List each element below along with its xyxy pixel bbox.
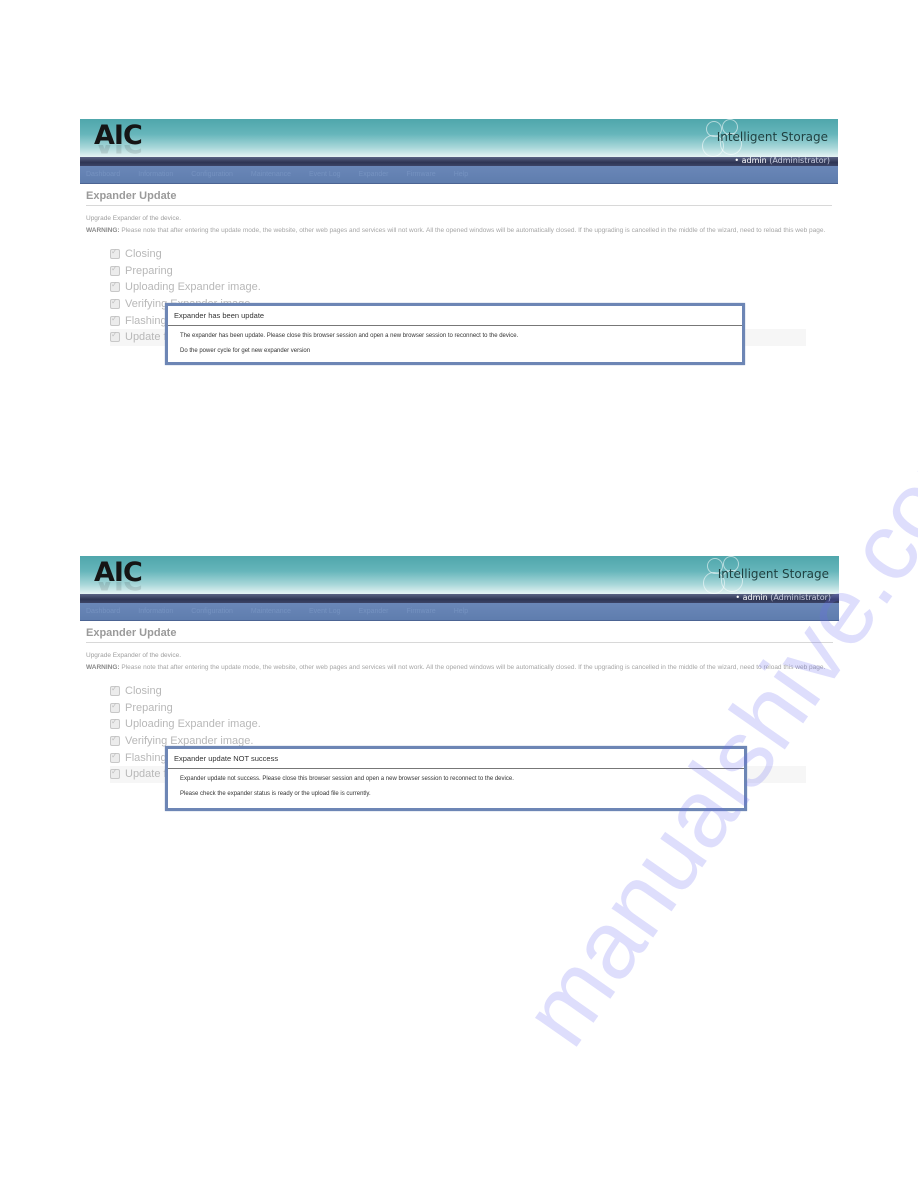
checkbox-checked-icon	[110, 684, 120, 697]
user-bar: • admin (Administrator)	[80, 156, 838, 166]
aic-logo-reflection: AIC	[94, 145, 142, 157]
user-bullet-icon: •	[734, 156, 740, 165]
nav-item[interactable]: Dashboard	[86, 171, 120, 178]
checkbox-checked-icon	[110, 751, 120, 763]
warning-label: WARNING:	[86, 664, 120, 671]
step-item: Preparing	[110, 263, 832, 280]
nav-item[interactable]: Information	[138, 171, 173, 178]
nav-item[interactable]: Expander	[359, 171, 389, 178]
step-item: Uploading Expander image.	[110, 279, 832, 296]
step-label: Closing	[125, 248, 162, 261]
checkbox-checked-icon	[110, 314, 120, 326]
nav-item[interactable]: Help	[454, 171, 468, 178]
checkbox-checked-icon	[110, 717, 120, 730]
user-bar: • admin (Administrator)	[80, 593, 839, 603]
page-subtitle: Upgrade Expander of the device.	[86, 215, 182, 222]
nav-item[interactable]: Event Log	[309, 608, 341, 615]
warning-body: Please note that after entering the upda…	[121, 664, 826, 671]
header-banner: AIC AIC Intelligent Storage	[80, 119, 838, 157]
step-item: Uploading Expander image.	[110, 716, 833, 733]
dialog-message: Do the power cycle for get new expander …	[180, 348, 311, 354]
warning-text: WARNING: Please note that after entering…	[86, 227, 831, 235]
dialog-message: Expander update not success. Please clos…	[180, 776, 514, 782]
user-info[interactable]: • admin (Administrator)	[734, 156, 830, 165]
nav-item[interactable]: Firmware	[407, 171, 436, 178]
main-nav: Dashboard Information Configuration Main…	[80, 603, 839, 621]
brand-name: Intelligent Storage	[716, 130, 828, 144]
page-title: Expander Update	[86, 627, 833, 643]
step-item: Preparing	[110, 700, 833, 717]
dialog-title: Expander has been update	[168, 306, 742, 326]
nav-item[interactable]: Configuration	[191, 171, 233, 178]
checkbox-checked-icon	[110, 247, 120, 260]
step-label: Uploading Expander image.	[125, 281, 261, 294]
nav-item[interactable]: Configuration	[191, 608, 233, 615]
checkbox-checked-icon	[110, 734, 120, 747]
nav-item[interactable]: Firmware	[407, 608, 436, 615]
user-bullet-icon: •	[735, 593, 741, 602]
user-role: (Administrator)	[770, 593, 831, 602]
nav-item[interactable]: Maintenance	[251, 171, 291, 178]
header-banner: AIC AIC Intelligent Storage	[80, 556, 839, 594]
checkbox-checked-icon	[110, 701, 120, 713]
page-subtitle: Upgrade Expander of the device.	[86, 652, 182, 659]
warning-label: WARNING:	[86, 227, 120, 234]
brand-name: Intelligent Storage	[717, 567, 829, 581]
checkbox-checked-icon	[110, 264, 120, 276]
nav-item[interactable]: Help	[454, 608, 468, 615]
user-name[interactable]: admin	[743, 593, 768, 602]
user-role: (Administrator)	[769, 156, 830, 165]
nav-item[interactable]: Information	[138, 608, 173, 615]
aic-logo-reflection: AIC	[94, 582, 142, 594]
warning-body: Please note that after entering the upda…	[121, 227, 826, 234]
step-label: Preparing	[125, 701, 173, 714]
update-failed-dialog: Expander update NOT success Expander upd…	[165, 746, 747, 811]
content-area: Expander Update Upgrade Expander of the …	[80, 621, 839, 811]
user-info[interactable]: • admin (Administrator)	[735, 593, 831, 602]
nav-item[interactable]: Expander	[359, 608, 389, 615]
screenshot-update-success: AIC AIC Intelligent Storage • admin (Adm…	[80, 119, 838, 365]
checkbox-checked-icon	[110, 767, 120, 780]
step-label: Closing	[125, 685, 162, 698]
dialog-message: The expander has been update. Please clo…	[180, 333, 519, 339]
checkbox-checked-icon	[110, 280, 120, 293]
nav-item[interactable]: Event Log	[309, 171, 341, 178]
dialog-body: The expander has been update. Please clo…	[168, 326, 742, 359]
warning-text: WARNING: Please note that after entering…	[86, 664, 831, 672]
update-success-dialog: Expander has been update The expander ha…	[165, 303, 745, 365]
nav-item[interactable]: Maintenance	[251, 608, 291, 615]
dialog-title: Expander update NOT success	[168, 749, 744, 769]
step-label: Uploading Expander image.	[125, 718, 261, 731]
step-item: Closing	[110, 683, 833, 700]
step-label: Preparing	[125, 264, 173, 277]
checkbox-checked-icon	[110, 297, 120, 310]
user-name[interactable]: admin	[742, 156, 767, 165]
dialog-message: Please check the expander status is read…	[180, 791, 371, 797]
screenshot-update-failed: AIC AIC Intelligent Storage • admin (Adm…	[80, 556, 839, 811]
main-nav: Dashboard Information Configuration Main…	[80, 166, 838, 184]
dialog-body: Expander update not success. Please clos…	[168, 769, 744, 802]
page-title: Expander Update	[86, 190, 832, 206]
nav-item[interactable]: Dashboard	[86, 608, 120, 615]
step-item: Closing	[110, 246, 832, 263]
content-area: Expander Update Upgrade Expander of the …	[80, 184, 838, 365]
checkbox-checked-icon	[110, 330, 120, 343]
